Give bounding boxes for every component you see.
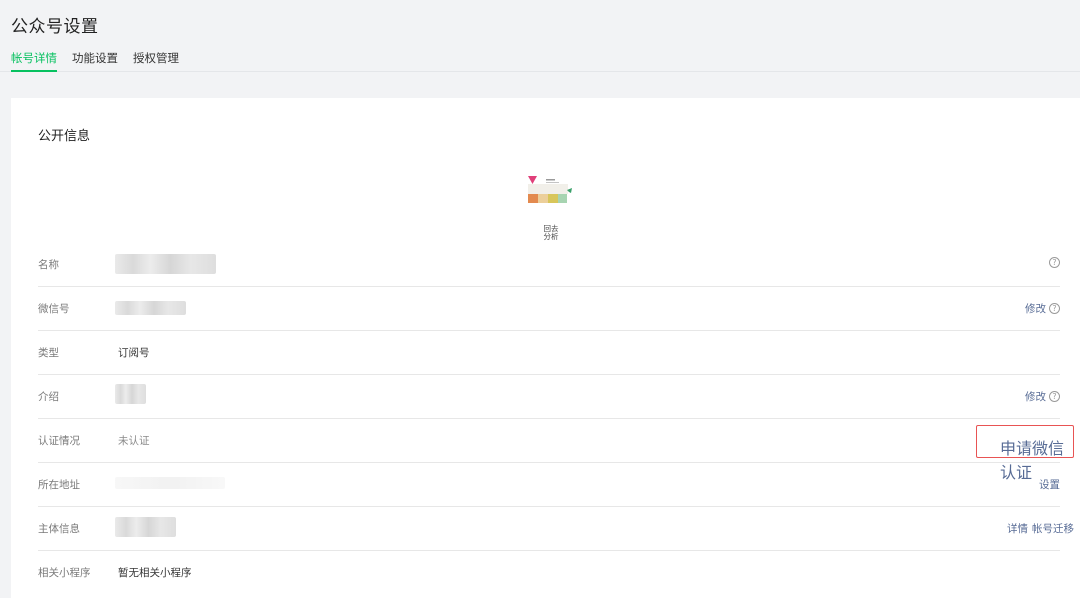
help-icon[interactable]: ? bbox=[1049, 303, 1060, 314]
help-icon[interactable]: ? bbox=[1049, 391, 1060, 402]
section-title: 公开信息 bbox=[38, 129, 91, 144]
verification-status: 未认证 bbox=[118, 435, 150, 447]
row-label: 所在地址 bbox=[38, 479, 80, 491]
page-title: 公众号设置 bbox=[11, 17, 99, 37]
row-entity: 主体信息 详情 帐号迁移 bbox=[38, 507, 1074, 551]
row-label: 类型 bbox=[38, 347, 59, 359]
row-actions: ? bbox=[1046, 257, 1060, 268]
redacted-wechat-id bbox=[115, 301, 186, 315]
row-actions: 修改 ? bbox=[1025, 301, 1060, 316]
qr-caption: 回去 分析 bbox=[543, 224, 559, 241]
tab-authorization[interactable]: 授权管理 bbox=[133, 50, 179, 72]
account-type-value: 订阅号 bbox=[118, 347, 150, 359]
tab-bar: 帐号详情 功能设置 授权管理 bbox=[11, 50, 194, 72]
row-name: 名称 ? bbox=[38, 243, 1060, 287]
entity-details-link[interactable]: 详情 bbox=[1007, 521, 1028, 536]
redacted-address bbox=[115, 477, 225, 489]
row-actions: 详情 帐号迁移 bbox=[1007, 521, 1074, 536]
public-info-card: 公开信息 回去 分析 名称 ? 微信号 修改 ? 类型 订阅号 介绍 修改 ? … bbox=[11, 98, 1080, 598]
avatar-logo-image bbox=[528, 176, 572, 203]
help-icon[interactable]: ? bbox=[1049, 257, 1060, 268]
mini-program-value: 暂无相关小程序 bbox=[118, 567, 192, 579]
row-type: 类型 订阅号 bbox=[38, 331, 1060, 375]
row-label: 名称 bbox=[38, 259, 59, 271]
tab-feature-settings[interactable]: 功能设置 bbox=[72, 50, 118, 72]
row-address: 所在地址 设置 bbox=[38, 463, 1060, 507]
row-intro: 介绍 修改 ? bbox=[38, 375, 1060, 419]
redacted-entity bbox=[115, 517, 176, 537]
row-label: 介绍 bbox=[38, 391, 59, 403]
account-avatar[interactable] bbox=[524, 170, 580, 210]
redacted-intro bbox=[115, 384, 146, 404]
row-label: 认证情况 bbox=[38, 435, 80, 447]
row-actions: 修改 ? bbox=[1025, 389, 1060, 404]
row-label: 主体信息 bbox=[38, 523, 80, 535]
edit-wechat-id-link[interactable]: 修改 bbox=[1025, 301, 1046, 316]
redacted-name bbox=[115, 254, 216, 274]
tab-account-details[interactable]: 帐号详情 bbox=[11, 50, 57, 72]
row-wechat-id: 微信号 修改 ? bbox=[38, 287, 1060, 331]
account-migration-link[interactable]: 帐号迁移 bbox=[1032, 521, 1074, 536]
row-actions: 设置 bbox=[1039, 477, 1060, 492]
apply-verification-highlight: 申请微信认证 bbox=[976, 425, 1074, 482]
set-address-link[interactable]: 设置 bbox=[1039, 477, 1060, 492]
row-label: 微信号 bbox=[38, 303, 70, 315]
row-verification: 认证情况 未认证 申请微信认证 bbox=[38, 419, 1074, 482]
page-header: 公众号设置 帐号详情 功能设置 授权管理 bbox=[0, 0, 1080, 72]
edit-intro-link[interactable]: 修改 bbox=[1025, 389, 1046, 404]
row-label: 相关小程序 bbox=[38, 567, 91, 579]
row-mini-program: 相关小程序 暂无相关小程序 bbox=[38, 551, 1060, 595]
